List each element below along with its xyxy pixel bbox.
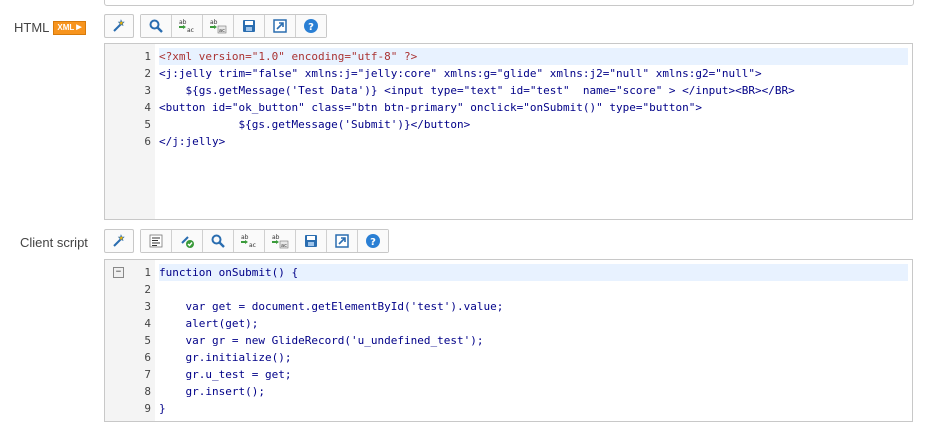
svg-text:ab: ab — [272, 234, 280, 241]
code-line[interactable]: 4 <button id="ok_button" class="btn btn-p… — [105, 99, 908, 116]
code-line[interactable]: 2 — [105, 281, 908, 298]
code-text: </j:jelly> — [159, 135, 226, 148]
code-line[interactable]: 3 ${gs.getMessage('Test Data')} <input t… — [105, 82, 908, 99]
code-line[interactable]: 1 <?xml version="1.0" encoding="utf-8" ?> — [105, 48, 908, 65]
badge-arrow-icon: ▶ — [76, 23, 82, 31]
code-text: var gr = new GlideRecord('u_undefined_te… — [159, 334, 484, 347]
format-icon[interactable] — [141, 230, 172, 252]
code-text: <button id="ok_button" class="btn btn-pr… — [159, 101, 703, 114]
line-number: 5 — [144, 334, 151, 347]
save-icon[interactable] — [234, 15, 265, 37]
svg-text:ab: ab — [241, 234, 249, 241]
client-code-lines: −1 function onSubmit() {2 3 var get = docu… — [105, 264, 908, 417]
line-number: 5 — [144, 118, 151, 131]
html-code-editor[interactable]: 1 <?xml version="1.0" encoding="utf-8" ?>… — [104, 43, 913, 220]
wand-icon[interactable] — [104, 14, 134, 38]
html-label-text: HTML — [14, 20, 50, 35]
line-number: 8 — [144, 385, 151, 398]
svg-text:ab: ab — [179, 19, 187, 26]
html-code-lines: 1 <?xml version="1.0" encoding="utf-8" ?>… — [105, 48, 908, 150]
line-number: 4 — [144, 317, 151, 330]
fullscreen-icon[interactable] — [265, 15, 296, 37]
line-number: 3 — [144, 300, 151, 313]
replace-all-icon[interactable]: ab ac — [265, 230, 296, 252]
svg-text:?: ? — [370, 237, 376, 248]
replace-icon[interactable]: ab ac — [172, 15, 203, 37]
client-toolbar-group: ab ac ab ac ? — [140, 229, 389, 253]
code-line[interactable]: 3 var get = document.getElementById('tes… — [105, 298, 908, 315]
code-text: ${gs.getMessage('Test Data')} <input typ… — [159, 84, 795, 97]
replace-icon[interactable]: ab ac — [234, 230, 265, 252]
line-number: 2 — [144, 283, 151, 296]
wand-icon[interactable] — [104, 229, 134, 253]
line-number: 1 — [144, 50, 151, 63]
svg-text:ac: ac — [219, 28, 225, 34]
svg-text:?: ? — [308, 22, 314, 33]
line-number: 9 — [144, 402, 151, 415]
help-icon[interactable]: ? — [296, 15, 326, 37]
xml-badge: XML ▶ — [53, 20, 86, 35]
line-number: 4 — [144, 101, 151, 114]
svg-text:ab: ab — [210, 19, 218, 26]
code-line[interactable]: 9} — [105, 400, 908, 417]
code-text: <?xml version="1.0" encoding="utf-8" ?> — [159, 48, 908, 65]
code-text: alert(get); — [159, 317, 259, 330]
search-icon[interactable] — [203, 230, 234, 252]
xml-badge-text: XML — [57, 22, 75, 32]
code-line[interactable]: −1 function onSubmit() { — [105, 264, 908, 281]
code-text: var get = document.getElementById('test'… — [159, 300, 504, 313]
code-text: gr.initialize(); — [159, 351, 292, 364]
client-script-label-text: Client script — [20, 235, 88, 250]
html-toolbar-group: ab ac ab ac ? — [140, 14, 327, 38]
html-toolbar: ab ac ab ac ? — [104, 14, 327, 38]
fullscreen-icon[interactable] — [327, 230, 358, 252]
code-text: ${gs.getMessage('Submit')}</button> — [159, 118, 471, 131]
code-line[interactable]: 5 var gr = new GlideRecord('u_undefined_… — [105, 332, 908, 349]
svg-text:ac: ac — [281, 243, 287, 249]
save-icon[interactable] — [296, 230, 327, 252]
line-number: 2 — [144, 67, 151, 80]
code-line[interactable]: 6 </j:jelly> — [105, 133, 908, 150]
client-toolbar: ab ac ab ac ? — [104, 229, 389, 253]
code-line[interactable]: 6 gr.initialize(); — [105, 349, 908, 366]
code-line[interactable]: 4 alert(get); — [105, 315, 908, 332]
line-number: 6 — [144, 351, 151, 364]
client-code-editor[interactable]: −1 function onSubmit() {2 3 var get = docu… — [104, 259, 913, 422]
check-syntax-icon[interactable] — [172, 230, 203, 252]
code-text: gr.u_test = get; — [159, 368, 292, 381]
svg-text:ac: ac — [187, 27, 194, 34]
line-number: 3 — [144, 84, 151, 97]
previous-field-edge — [104, 0, 914, 6]
client-script-label: Client script — [20, 235, 88, 250]
code-line[interactable]: 2 <j:jelly trim="false" xmlns:j="jelly:co… — [105, 65, 908, 82]
line-number: 6 — [144, 135, 151, 148]
code-line[interactable]: 5 ${gs.getMessage('Submit')}</button> — [105, 116, 908, 133]
code-text: } — [159, 402, 166, 415]
code-line[interactable]: 8 gr.insert(); — [105, 383, 908, 400]
replace-all-icon[interactable]: ab ac — [203, 15, 234, 37]
search-icon[interactable] — [141, 15, 172, 37]
code-text: <j:jelly trim="false" xmlns:j="jelly:cor… — [159, 67, 762, 80]
line-number: 7 — [144, 368, 151, 381]
svg-text:ac: ac — [249, 242, 256, 249]
code-text: function onSubmit() { — [159, 264, 908, 281]
code-line[interactable]: 7 gr.u_test = get; — [105, 366, 908, 383]
html-field-label: HTML XML ▶ — [14, 20, 86, 35]
line-number: 1 — [144, 266, 151, 279]
help-icon[interactable]: ? — [358, 230, 388, 252]
code-text: gr.insert(); — [159, 385, 265, 398]
